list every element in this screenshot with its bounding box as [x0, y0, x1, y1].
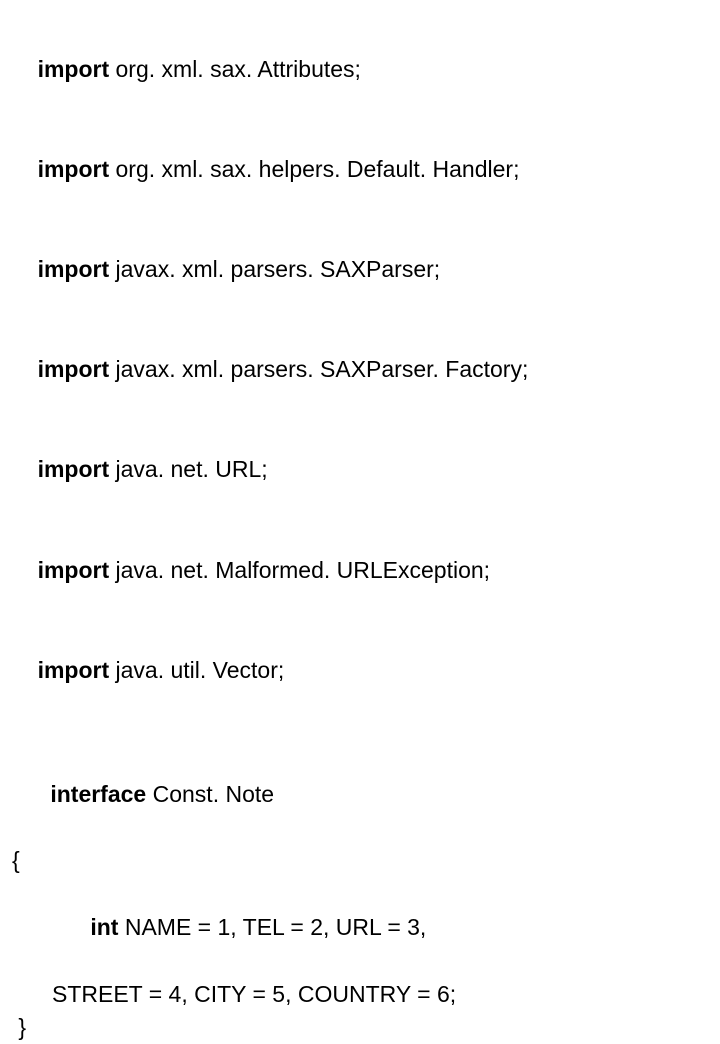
import-text: javax. xml. parsers. SAXParser; [109, 256, 440, 282]
import-line: import java. net. Malformed. URLExceptio… [12, 520, 708, 620]
keyword-import: import [38, 557, 110, 583]
interface-body-line: STREET = 4, CITY = 5, COUNTRY = 6; [12, 978, 708, 1011]
import-text: java. util. Vector; [109, 657, 284, 683]
interface-decl: interface Const. Note [12, 744, 708, 844]
keyword-import: import [38, 156, 110, 182]
brace-open: { [12, 844, 708, 877]
keyword-interface: interface [50, 781, 146, 807]
import-text: java. net. URL; [109, 456, 268, 482]
import-line: import java. util. Vector; [12, 620, 708, 720]
import-line: import java. net. URL; [12, 420, 708, 520]
keyword-import: import [38, 657, 110, 683]
import-text: org. xml. sax. Attributes; [109, 56, 361, 82]
interface-name: Const. Note [146, 781, 274, 807]
code-block: import org. xml. sax. Attributes; import… [12, 20, 708, 1044]
const-list: NAME = 1, TEL = 2, URL = 3, [118, 914, 426, 940]
keyword-int: int [90, 914, 118, 940]
import-text: org. xml. sax. helpers. Default. Handler… [109, 156, 519, 182]
keyword-import: import [38, 356, 110, 382]
import-line: import javax. xml. parsers. SAXParser; [12, 220, 708, 320]
import-text: java. net. Malformed. URLException; [109, 557, 490, 583]
import-text: javax. xml. parsers. SAXParser. Factory; [109, 356, 528, 382]
import-line: import org. xml. sax. Attributes; [12, 20, 708, 120]
import-line: import javax. xml. parsers. SAXParser. F… [12, 320, 708, 420]
brace-close: } [12, 1011, 708, 1044]
keyword-import: import [38, 456, 110, 482]
interface-body-line: int NAME = 1, TEL = 2, URL = 3, [12, 878, 708, 978]
import-line: import org. xml. sax. helpers. Default. … [12, 120, 708, 220]
keyword-import: import [38, 256, 110, 282]
interface-block: interface Const. Note { int NAME = 1, TE… [12, 744, 708, 1044]
keyword-import: import [38, 56, 110, 82]
